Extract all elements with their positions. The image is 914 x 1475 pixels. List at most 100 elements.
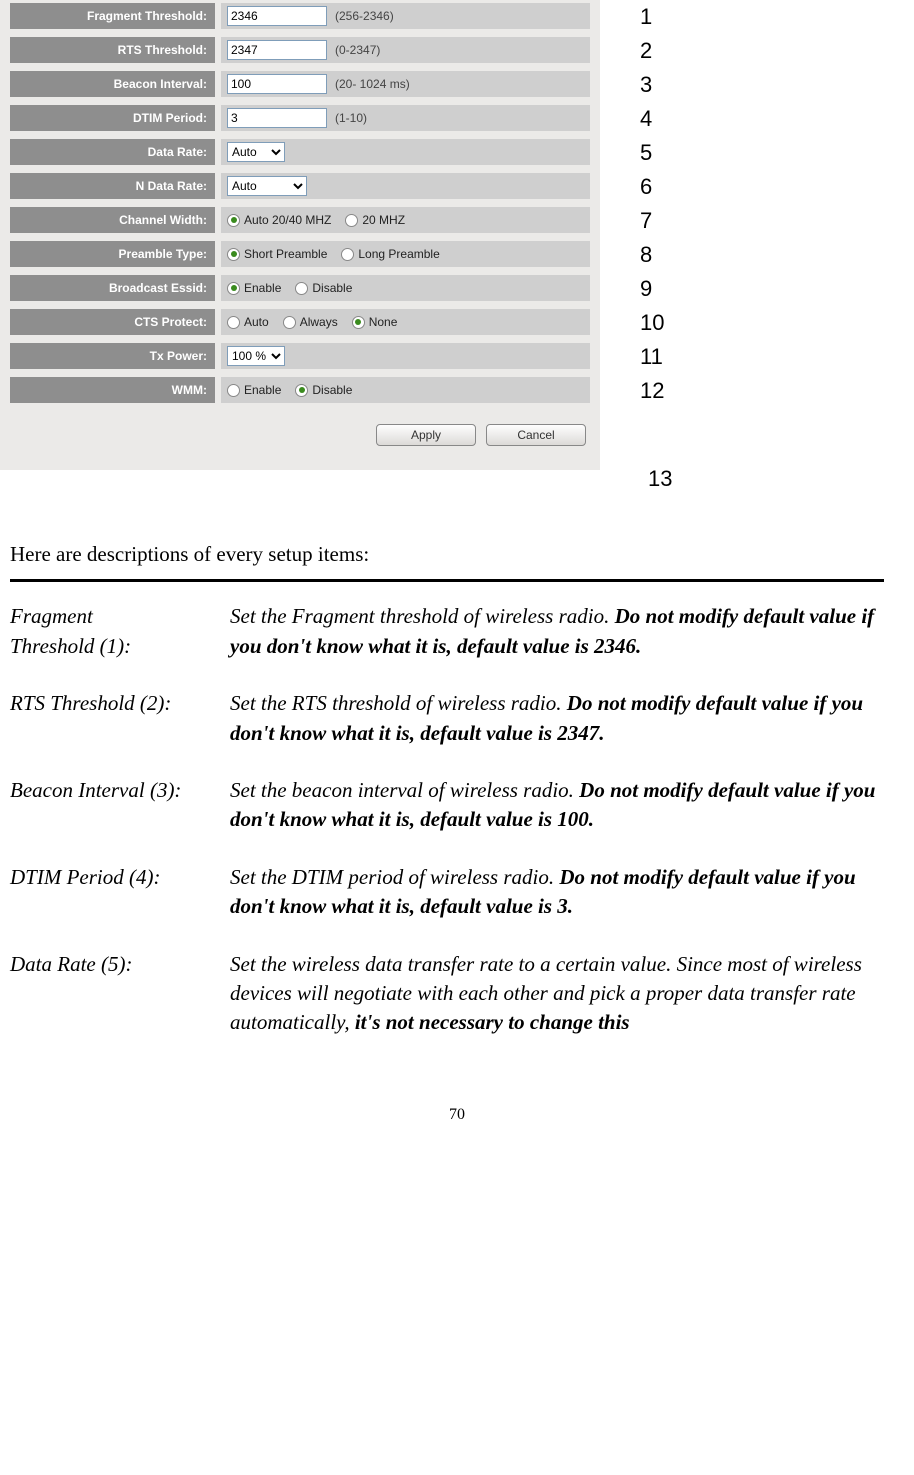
radio-label: Enable bbox=[244, 281, 281, 295]
radio-option[interactable]: Enable bbox=[227, 281, 281, 295]
row-value: Enable Disable bbox=[221, 275, 590, 301]
desc-text: Set the beacon interval of wireless radi… bbox=[230, 776, 884, 835]
radio-icon bbox=[283, 316, 296, 329]
text-input[interactable] bbox=[227, 6, 327, 26]
radio-option[interactable]: 20 MHZ bbox=[345, 213, 405, 227]
row-value: Auto bbox=[221, 173, 590, 199]
row-label: Broadcast Essid: bbox=[10, 275, 215, 301]
apply-button[interactable]: Apply bbox=[376, 424, 476, 446]
radio-icon bbox=[345, 214, 358, 227]
row-value: (0-2347) bbox=[221, 37, 590, 63]
annotation-3: 3 bbox=[640, 72, 652, 98]
annotation-5: 5 bbox=[640, 140, 652, 166]
radio-label: Auto 20/40 MHZ bbox=[244, 213, 331, 227]
desc-text: Set the RTS threshold of wireless radio.… bbox=[230, 689, 884, 748]
desc-text: Set the Fragment threshold of wireless r… bbox=[230, 602, 884, 661]
desc-row: DTIM Period (4):Set the DTIM period of w… bbox=[10, 863, 884, 922]
hint-text: (256-2346) bbox=[335, 9, 394, 23]
desc-row: Data Rate (5):Set the wireless data tran… bbox=[10, 950, 884, 1038]
row-label: WMM: bbox=[10, 377, 215, 403]
radio-option[interactable]: Auto 20/40 MHZ bbox=[227, 213, 331, 227]
text-input[interactable] bbox=[227, 108, 327, 128]
form-row-9: Broadcast Essid: Enable Disable bbox=[10, 274, 590, 302]
row-value: Enable Disable bbox=[221, 377, 590, 403]
row-value: 100 % bbox=[221, 343, 590, 369]
form-row-7: Channel Width: Auto 20/40 MHZ 20 MHZ bbox=[10, 206, 590, 234]
radio-option[interactable]: Enable bbox=[227, 383, 281, 397]
radio-option[interactable]: Long Preamble bbox=[341, 247, 439, 261]
desc-text: Set the wireless data transfer rate to a… bbox=[230, 950, 884, 1038]
form-row-4: DTIM Period: (1-10) bbox=[10, 104, 590, 132]
divider bbox=[10, 579, 884, 582]
hint-text: (20- 1024 ms) bbox=[335, 77, 410, 91]
radio-icon bbox=[341, 248, 354, 261]
radio-label: Disable bbox=[312, 281, 352, 295]
settings-form: Fragment Threshold: (256-2346) RTS Thresho… bbox=[0, 0, 600, 470]
radio-option[interactable]: Disable bbox=[295, 383, 352, 397]
radio-option[interactable]: Short Preamble bbox=[227, 247, 327, 261]
radio-option[interactable]: Auto bbox=[227, 315, 269, 329]
annotation-8: 8 bbox=[640, 242, 652, 268]
row-label: Fragment Threshold: bbox=[10, 3, 215, 29]
row-label: CTS Protect: bbox=[10, 309, 215, 335]
document-body: Here are descriptions of every setup ite… bbox=[0, 500, 914, 1038]
radio-icon bbox=[295, 384, 308, 397]
cancel-button[interactable]: Cancel bbox=[486, 424, 586, 446]
desc-label: Data Rate (5): bbox=[10, 950, 230, 1038]
select-input[interactable]: 100 % bbox=[227, 346, 285, 366]
select-input[interactable]: Auto bbox=[227, 142, 285, 162]
row-label: RTS Threshold: bbox=[10, 37, 215, 63]
page-number: 70 bbox=[0, 1066, 914, 1134]
radio-label: Long Preamble bbox=[358, 247, 439, 261]
form-row-8: Preamble Type: Short Preamble Long Preambl… bbox=[10, 240, 590, 268]
select-input[interactable]: Auto bbox=[227, 176, 307, 196]
radio-option[interactable]: Always bbox=[283, 315, 338, 329]
form-row-11: Tx Power:100 % bbox=[10, 342, 590, 370]
annotation-11: 11 bbox=[640, 344, 663, 370]
radio-icon bbox=[227, 214, 240, 227]
radio-label: Enable bbox=[244, 383, 281, 397]
intro-text: Here are descriptions of every setup ite… bbox=[10, 540, 884, 569]
form-row-2: RTS Threshold: (0-2347) bbox=[10, 36, 590, 64]
form-row-3: Beacon Interval:(20- 1024 ms) bbox=[10, 70, 590, 98]
row-label: Preamble Type: bbox=[10, 241, 215, 267]
text-input[interactable] bbox=[227, 40, 327, 60]
desc-label: DTIM Period (4): bbox=[10, 863, 230, 922]
radio-label: Auto bbox=[244, 315, 269, 329]
desc-row: Beacon Interval (3):Set the beacon inter… bbox=[10, 776, 884, 835]
desc-row: FragmentThreshold (1):Set the Fragment t… bbox=[10, 602, 884, 661]
radio-label: Short Preamble bbox=[244, 247, 327, 261]
radio-option[interactable]: Disable bbox=[295, 281, 352, 295]
hint-text: (0-2347) bbox=[335, 43, 380, 57]
row-value: Short Preamble Long Preamble bbox=[221, 241, 590, 267]
radio-label: Always bbox=[300, 315, 338, 329]
row-label: DTIM Period: bbox=[10, 105, 215, 131]
annotation-9: 9 bbox=[640, 276, 652, 302]
radio-icon bbox=[227, 316, 240, 329]
radio-icon bbox=[295, 282, 308, 295]
row-value: (20- 1024 ms) bbox=[221, 71, 590, 97]
row-value: (256-2346) bbox=[221, 3, 590, 29]
row-label: Channel Width: bbox=[10, 207, 215, 233]
annotation-2: 2 bbox=[640, 38, 652, 64]
radio-label: 20 MHZ bbox=[362, 213, 405, 227]
annotation-10: 10 bbox=[640, 310, 664, 336]
form-row-6: N Data Rate:Auto bbox=[10, 172, 590, 200]
row-value: (1-10) bbox=[221, 105, 590, 131]
form-row-1: Fragment Threshold: (256-2346) bbox=[10, 2, 590, 30]
form-row-12: WMM: Enable Disable bbox=[10, 376, 590, 404]
hint-text: (1-10) bbox=[335, 111, 367, 125]
text-input[interactable] bbox=[227, 74, 327, 94]
desc-row: RTS Threshold (2):Set the RTS threshold … bbox=[10, 689, 884, 748]
annotation-7: 7 bbox=[640, 208, 652, 234]
buttons-row: Apply Cancel bbox=[10, 410, 590, 450]
row-value: Auto bbox=[221, 139, 590, 165]
desc-label: Beacon Interval (3): bbox=[10, 776, 230, 835]
desc-text: Set the DTIM period of wireless radio. D… bbox=[230, 863, 884, 922]
desc-label: FragmentThreshold (1): bbox=[10, 602, 230, 661]
form-row-10: CTS Protect: Auto Always None bbox=[10, 308, 590, 336]
radio-icon bbox=[352, 316, 365, 329]
annotation-13: 13 bbox=[648, 466, 672, 492]
radio-option[interactable]: None bbox=[352, 315, 398, 329]
annotation-12: 12 bbox=[640, 378, 664, 404]
